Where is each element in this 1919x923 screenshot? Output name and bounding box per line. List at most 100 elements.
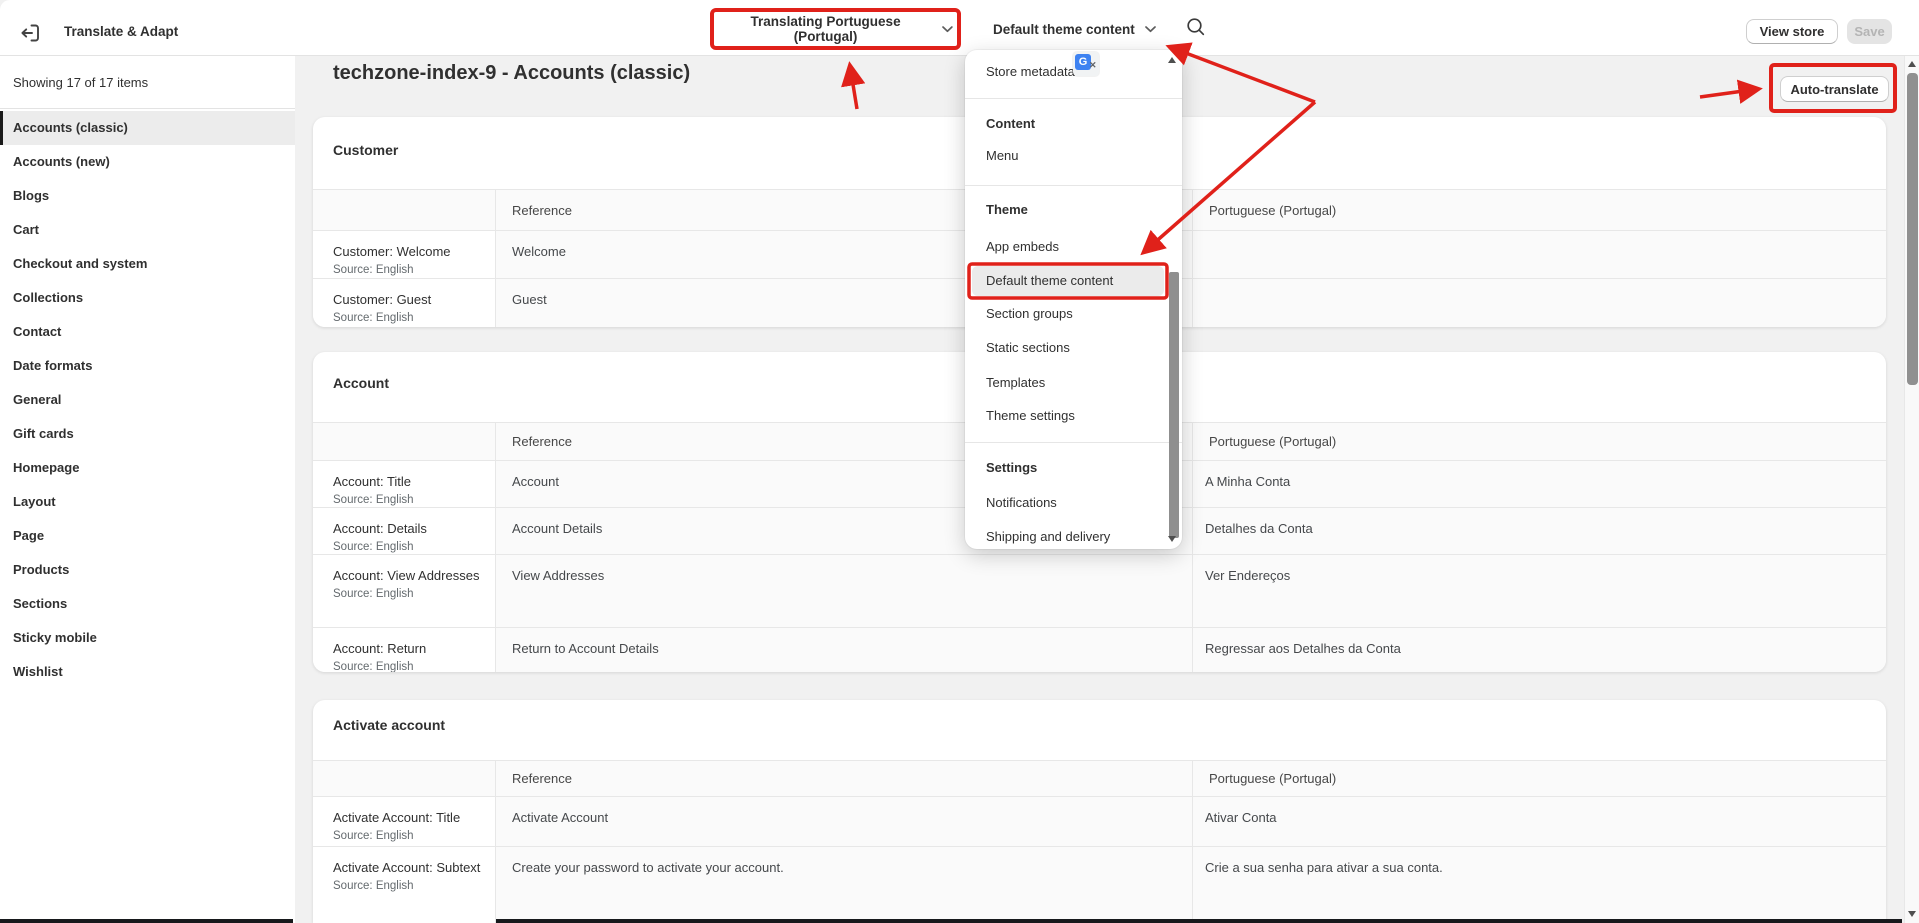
dropdown-divider xyxy=(965,98,1182,99)
translate-adapt-app: Translate & Adapt Translating Portuguese… xyxy=(0,0,1919,923)
dropdown-section-settings: Settings xyxy=(965,453,1161,483)
sidebar-item-date-formats[interactable]: Date formats xyxy=(0,349,295,383)
dropdown-divider xyxy=(965,442,1182,443)
translation-column-header: Portuguese (Portugal) xyxy=(1192,761,1886,796)
sidebar-item-collections[interactable]: Collections xyxy=(0,281,295,315)
table-row: Account: View Addresses Source: English … xyxy=(313,554,1886,627)
dropdown-section-theme: Theme xyxy=(965,195,1161,225)
translation-cell[interactable]: Crie a sua senha para ativar a sua conta… xyxy=(1192,847,1886,923)
chevron-down-icon xyxy=(942,26,953,33)
table-row: Account: Return Source: English Return t… xyxy=(313,627,1886,672)
row-source: Source: English xyxy=(333,263,481,278)
row-source: Source: English xyxy=(333,879,481,894)
sidebar-summary: Showing 17 of 17 items xyxy=(0,56,295,109)
sidebar-item-layout[interactable]: Layout xyxy=(0,485,295,519)
translation-cell[interactable] xyxy=(1192,279,1886,327)
dropdown-item-store-metadata[interactable]: Store metadata xyxy=(965,57,1161,87)
scroll-down-icon[interactable] xyxy=(1908,911,1916,917)
language-selector[interactable]: Translating Portuguese (Portugal) xyxy=(712,10,959,48)
sidebar-item-cart[interactable]: Cart xyxy=(0,213,295,247)
sidebar-item-products[interactable]: Products xyxy=(0,553,295,587)
sidebar-item-checkout-and-system[interactable]: Checkout and system xyxy=(0,247,295,281)
sidebar-item-gift-cards[interactable]: Gift cards xyxy=(0,417,295,451)
dropdown-item-section-groups[interactable]: Section groups xyxy=(965,299,1161,329)
dropdown-item-notifications[interactable]: Notifications xyxy=(965,488,1161,518)
translation-column-header: Portuguese (Portugal) xyxy=(1192,190,1886,230)
translation-cell[interactable]: Ativar Conta xyxy=(1192,797,1886,846)
row-source: Source: English xyxy=(333,493,481,508)
sidebar-item-accounts-classic[interactable]: Accounts (classic) xyxy=(0,111,295,145)
row-label: Customer: Guest xyxy=(333,290,481,309)
sidebar-item-contact[interactable]: Contact xyxy=(0,315,295,349)
table-header-row: Reference Portuguese (Portugal) xyxy=(313,760,1886,796)
row-label: Account: Details xyxy=(333,519,481,538)
dropdown-item-templates[interactable]: Templates xyxy=(965,368,1161,398)
search-icon[interactable] xyxy=(1184,16,1208,40)
top-bar: Translate & Adapt Translating Portuguese… xyxy=(0,0,1919,56)
dropdown-section-content: Content xyxy=(965,109,1161,139)
dropdown-scrollbar-thumb[interactable] xyxy=(1169,272,1179,538)
reference-cell: Create your password to activate your ac… xyxy=(495,847,1192,923)
annotation-arrow-language-selector xyxy=(850,66,857,109)
page-title: techzone-index-9 - Accounts (classic) xyxy=(333,60,690,86)
card-title: Customer xyxy=(333,139,398,161)
translation-column-header: Portuguese (Portugal) xyxy=(1192,423,1886,460)
row-source: Source: English xyxy=(333,829,481,844)
translation-cell[interactable]: A Minha Conta xyxy=(1192,461,1886,508)
table-row: Activate Account: Title Source: English … xyxy=(313,796,1886,846)
translation-cell[interactable] xyxy=(1192,231,1886,278)
chevron-down-icon xyxy=(1145,26,1156,33)
row-label: Account: Return xyxy=(333,639,481,658)
sidebar: Showing 17 of 17 items Accounts (classic… xyxy=(0,56,295,923)
dropdown-item-theme-settings[interactable]: Theme settings xyxy=(965,401,1161,431)
window-bottom-edge xyxy=(0,919,293,923)
sidebar-item-sticky-mobile[interactable]: Sticky mobile xyxy=(0,621,295,655)
content-type-dropdown: Store metadata Content Menu Theme App em… xyxy=(965,50,1182,549)
exit-app-icon[interactable] xyxy=(18,21,42,45)
table-row: Activate Account: Subtext Source: Englis… xyxy=(313,846,1886,923)
label-column-header xyxy=(313,190,495,230)
sidebar-item-homepage[interactable]: Homepage xyxy=(0,451,295,485)
dropdown-item-menu[interactable]: Menu xyxy=(965,141,1161,171)
scrollbar-thumb[interactable] xyxy=(1907,73,1918,385)
row-source: Source: English xyxy=(333,311,481,326)
annotation-arrow-auto-translate xyxy=(1700,89,1758,97)
sidebar-item-accounts-new[interactable]: Accounts (new) xyxy=(0,145,295,179)
row-label: Account: Title xyxy=(333,472,481,491)
card-title: Activate account xyxy=(333,714,445,736)
auto-translate-button[interactable]: Auto-translate xyxy=(1780,76,1889,102)
reference-cell: Activate Account xyxy=(495,797,1192,846)
dropdown-item-shipping-and-delivery[interactable]: Shipping and delivery xyxy=(965,522,1161,552)
save-button[interactable]: Save xyxy=(1847,19,1892,44)
row-source: Source: English xyxy=(333,540,481,555)
translation-cell[interactable]: Regressar aos Detalhes da Conta xyxy=(1192,628,1886,672)
app-title: Translate & Adapt xyxy=(64,24,178,39)
sidebar-item-sections[interactable]: Sections xyxy=(0,587,295,621)
card-title: Account xyxy=(333,372,389,394)
window-bottom-edge xyxy=(496,919,1902,923)
label-column-header xyxy=(313,423,495,460)
dropdown-item-default-theme-content[interactable]: Default theme content xyxy=(965,266,1161,296)
sidebar-item-blogs[interactable]: Blogs xyxy=(0,179,295,213)
translation-cell[interactable]: Detalhes da Conta xyxy=(1192,508,1886,555)
row-label: Account: View Addresses xyxy=(333,566,481,585)
row-source: Source: English xyxy=(333,587,481,602)
dropdown-scroll-up-icon[interactable] xyxy=(1168,57,1176,63)
reference-cell: View Addresses xyxy=(495,555,1192,627)
google-translate-extension-icon[interactable]: G ✕ xyxy=(1073,52,1099,76)
dropdown-item-static-sections[interactable]: Static sections xyxy=(965,333,1161,363)
content-type-selector[interactable]: Default theme content xyxy=(985,13,1164,45)
label-column-header xyxy=(313,761,495,796)
translation-cell[interactable]: Ver Endereços xyxy=(1192,555,1886,627)
card-activate-account: Activate account Reference Portuguese (P… xyxy=(313,700,1886,923)
google-translate-mark: ✕ xyxy=(1089,60,1097,71)
sidebar-item-page[interactable]: Page xyxy=(0,519,295,553)
view-store-button[interactable]: View store xyxy=(1746,19,1838,44)
language-selector-label: Translating Portuguese (Portugal) xyxy=(718,14,933,44)
sidebar-item-wishlist[interactable]: Wishlist xyxy=(0,655,295,689)
dropdown-scroll-down-icon[interactable] xyxy=(1168,536,1176,542)
scroll-up-icon[interactable] xyxy=(1908,61,1916,67)
dropdown-item-app-embeds[interactable]: App embeds xyxy=(965,232,1161,262)
reference-column-header: Reference xyxy=(495,761,1192,796)
sidebar-item-general[interactable]: General xyxy=(0,383,295,417)
